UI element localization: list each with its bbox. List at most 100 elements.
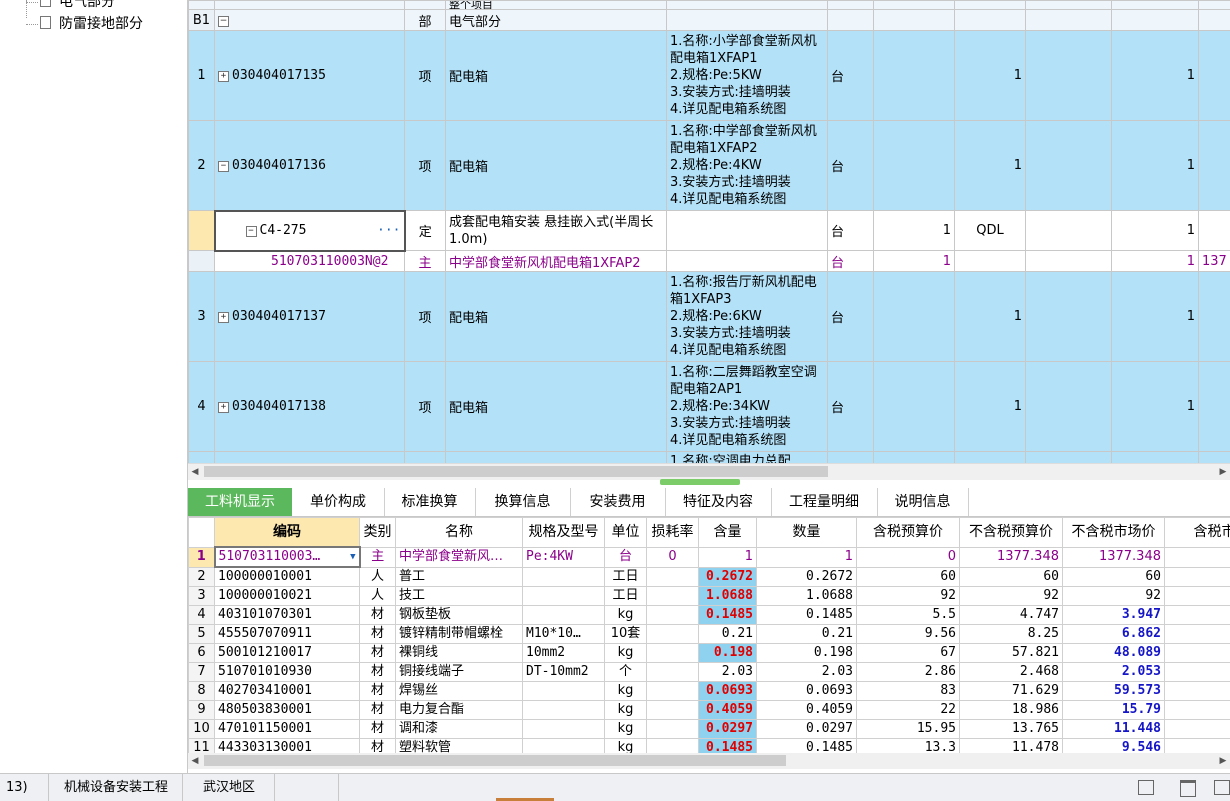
unit-cell[interactable]: 台 (828, 272, 874, 362)
collapse-icon[interactable]: − (218, 161, 229, 172)
loss-cell[interactable] (647, 606, 699, 625)
spec-cell[interactable] (523, 606, 605, 625)
spec-cell[interactable]: M10*10… (523, 625, 605, 644)
unit-cell[interactable]: 台 (828, 31, 874, 121)
table-row[interactable]: 4 +030404017138 项 配电箱 1.名称:二层舞蹈教室空调配电箱2A… (189, 362, 1230, 452)
expand-icon[interactable]: + (218, 402, 229, 413)
top-horizontal-scrollbar[interactable]: ◀ ▶ (188, 463, 1230, 480)
code-cell[interactable]: 100000010001 (215, 567, 360, 587)
unit-cell[interactable]: 台 (828, 251, 874, 272)
desc-cell[interactable]: 1.名称:空调电力总配 (667, 452, 828, 464)
price-cell[interactable]: 15.95 (857, 720, 960, 739)
price-cell[interactable] (1165, 682, 1230, 701)
column-header[interactable]: 名称 (396, 518, 523, 548)
type-cell[interactable]: 定 (405, 211, 446, 251)
loss-cell[interactable] (647, 644, 699, 663)
bill-items-grid[interactable]: 整个项目 B1 − 部 电气部分 1 +030404017135 项 配电箱 1… (188, 0, 1230, 463)
code-cell[interactable]: 500101210017 (215, 644, 360, 663)
price-cell[interactable]: 92 (960, 587, 1063, 606)
code-cell[interactable]: 480503830001 (215, 701, 360, 720)
scroll-thumb[interactable] (204, 466, 828, 477)
category-cell[interactable]: 材 (360, 606, 396, 625)
table-row[interactable]: 1 +030404017135 项 配电箱 1.名称:小学部食堂新风机配电箱1X… (189, 31, 1230, 121)
unit-cell[interactable]: kg (605, 644, 647, 663)
table-row[interactable]: 510703110003N@2 主 中学部食堂新风机配电箱1XFAP2 台 1 … (189, 251, 1230, 272)
price-cell[interactable]: 57.821 (960, 644, 1063, 663)
content-cell[interactable]: 2.03 (699, 663, 757, 682)
column-header[interactable]: 损耗率 (647, 518, 699, 548)
content-cell[interactable]: 0.198 (699, 644, 757, 663)
desc-cell[interactable] (667, 211, 828, 251)
unit-cell[interactable]: kg (605, 720, 647, 739)
content-cell[interactable]: 0.0297 (699, 720, 757, 739)
qty-cell[interactable]: 0.198 (757, 644, 857, 663)
cell[interactable] (1112, 452, 1199, 464)
qty-cell[interactable]: 0.4059 (757, 701, 857, 720)
qty-cell[interactable]: 0.0297 (757, 720, 857, 739)
price-cell[interactable] (1165, 547, 1230, 567)
dropdown-icon[interactable]: ▼ (350, 548, 355, 566)
cell[interactable] (1199, 31, 1230, 121)
tree-item-electrical[interactable]: 电气部分 (40, 0, 115, 13)
price-cell[interactable]: 2.86 (857, 663, 960, 682)
market-price-cell[interactable]: 1377.348 (1063, 547, 1165, 567)
tab-price-composition[interactable]: 单价构成 (292, 488, 385, 516)
qty-cell[interactable]: 1.0688 (757, 587, 857, 606)
name-cell[interactable]: 中学部食堂新风机配电箱1XFAP2 (446, 251, 667, 272)
loss-cell[interactable] (647, 587, 699, 606)
cell[interactable]: QDL (955, 211, 1026, 251)
name-cell[interactable]: 电力复合酯 (396, 701, 523, 720)
cell[interactable] (955, 452, 1026, 464)
desc-cell[interactable]: 1.名称:二层舞蹈教室空调配电箱2AP1 2.规格:Pe:34KW 3.安装方式… (667, 362, 828, 452)
type-cell[interactable]: 项 (405, 272, 446, 362)
qty-cell[interactable]: 1 (955, 121, 1026, 211)
price-cell[interactable]: 8.25 (960, 625, 1063, 644)
column-header[interactable]: 含税预算价 (857, 518, 960, 548)
tab-standard-conversion[interactable]: 标准换算 (384, 488, 476, 516)
scroll-left-icon[interactable]: ◀ (188, 753, 202, 769)
code-cell[interactable]: 470101150001 (215, 720, 360, 739)
tab-conversion-info[interactable]: 换算信息 (475, 488, 571, 516)
name-cell[interactable]: 配电箱 (446, 121, 667, 211)
loss-cell[interactable] (647, 682, 699, 701)
unit-cell[interactable]: kg (605, 739, 647, 754)
unit-cell[interactable]: 10套 (605, 625, 647, 644)
qty-cell[interactable]: 1 (955, 272, 1026, 362)
scroll-right-icon[interactable]: ▶ (1216, 753, 1230, 769)
cell[interactable]: 1 (1112, 272, 1199, 362)
table-row[interactable]: 3 +030404017137 项 配电箱 1.名称:报告厅新风机配电箱1XFA… (189, 272, 1230, 362)
market-price-cell[interactable]: 92 (1063, 587, 1165, 606)
qty-cell[interactable]: 0.2672 (757, 567, 857, 587)
expand-icon[interactable]: + (218, 71, 229, 82)
code-cell[interactable]: 403101070301 (215, 606, 360, 625)
content-cell[interactable]: 1.0688 (699, 587, 757, 606)
price-cell[interactable]: 1 (1165, 701, 1230, 720)
unit-cell[interactable]: 工日 (605, 587, 647, 606)
cell[interactable] (874, 272, 955, 362)
unit-cell[interactable]: 个 (605, 663, 647, 682)
category-cell[interactable]: 人 (360, 567, 396, 587)
price-cell[interactable]: 1 (1165, 720, 1230, 739)
name-cell[interactable]: 焊锡丝 (396, 682, 523, 701)
price-cell[interactable]: 9.56 (857, 625, 960, 644)
tab-install-fees[interactable]: 安装费用 (570, 488, 666, 516)
spec-cell[interactable] (523, 701, 605, 720)
code-cell[interactable]: +030404017137 (215, 272, 405, 362)
list-view-icon[interactable] (1180, 780, 1196, 797)
category-cell[interactable]: 材 (360, 701, 396, 720)
cell[interactable]: 1 (1112, 362, 1199, 452)
grid-view-icon[interactable] (1214, 780, 1230, 795)
name-cell[interactable]: 普工 (396, 567, 523, 587)
category-cell[interactable]: 材 (360, 739, 396, 754)
price-cell[interactable] (1165, 567, 1230, 587)
scroll-right-icon[interactable]: ▶ (1216, 464, 1230, 480)
table-row[interactable]: 3 100000010021 人 技工 工日 1.0688 1.0688 92 … (189, 587, 1230, 606)
loss-cell[interactable] (647, 701, 699, 720)
column-header[interactable]: 含税市 (1165, 518, 1230, 548)
cell[interactable] (1199, 362, 1230, 452)
market-price-cell[interactable]: 3.947 (1063, 606, 1165, 625)
category-cell[interactable]: 材 (360, 663, 396, 682)
loss-cell[interactable]: 0 (647, 547, 699, 567)
table-row[interactable]: 2 100000010001 人 普工 工日 0.2672 0.2672 60 … (189, 567, 1230, 587)
spec-cell[interactable]: Pe:4KW (523, 547, 605, 567)
